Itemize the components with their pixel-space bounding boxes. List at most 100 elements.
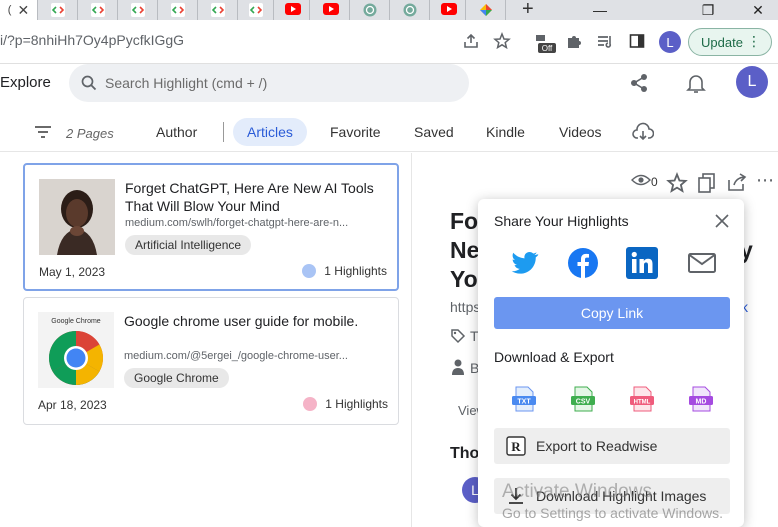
chrome-logo-icon bbox=[48, 331, 104, 386]
close-window-icon[interactable]: ✕ bbox=[738, 0, 778, 20]
browser-tab[interactable] bbox=[350, 0, 390, 20]
article-date: Apr 18, 2023 bbox=[38, 398, 107, 412]
browser-tab[interactable] bbox=[466, 0, 506, 20]
share-icon[interactable] bbox=[628, 72, 650, 94]
browser-tab[interactable] bbox=[310, 0, 350, 20]
tab-saved[interactable]: Saved bbox=[400, 118, 468, 146]
more-options-icon[interactable]: ⋯ bbox=[756, 171, 774, 189]
tab-videos[interactable]: Videos bbox=[545, 118, 616, 146]
app-header: Explore L bbox=[0, 64, 778, 104]
share-page-icon[interactable] bbox=[462, 32, 482, 52]
format-label: TXT bbox=[517, 398, 531, 405]
search-input[interactable] bbox=[105, 75, 445, 91]
favorite-star-icon[interactable] bbox=[666, 172, 688, 194]
copy-icon[interactable] bbox=[697, 172, 717, 194]
windows-activation-watermark: Activate Windows bbox=[502, 481, 652, 502]
email-icon[interactable] bbox=[686, 247, 718, 279]
highlight-color-dot bbox=[302, 264, 317, 278]
browser-tab[interactable] bbox=[78, 0, 118, 20]
tab-divider bbox=[223, 122, 224, 142]
copy-link-button[interactable]: Copy Link bbox=[494, 297, 730, 329]
tab-author[interactable]: Author bbox=[142, 118, 211, 146]
article-card[interactable]: Google Chrome Google chrome user guide f… bbox=[23, 297, 399, 425]
export-md-icon[interactable]: MD bbox=[688, 385, 714, 413]
twitter-icon[interactable] bbox=[508, 247, 540, 279]
share-export-icon[interactable] bbox=[726, 172, 748, 192]
tab-kindle[interactable]: Kindle bbox=[472, 118, 539, 146]
close-tab-icon[interactable]: ✕ bbox=[17, 2, 29, 19]
reading-list-icon[interactable] bbox=[596, 32, 616, 52]
article-tag[interactable]: Artificial Intelligence bbox=[125, 235, 252, 255]
search-bar[interactable] bbox=[69, 64, 469, 102]
explore-link[interactable]: Explore bbox=[0, 74, 51, 91]
export-readwise-label: Export to Readwise bbox=[536, 438, 658, 454]
article-detail-title: Fo Ne Yo bbox=[450, 207, 479, 294]
url-text[interactable]: i/?p=8nhiHh7Oy4pPycfkIGgG bbox=[0, 32, 184, 48]
format-label: MD bbox=[696, 398, 707, 405]
bookmark-star-icon[interactable] bbox=[493, 32, 513, 52]
minimize-window-icon[interactable]: — bbox=[580, 0, 620, 20]
article-title[interactable]: Forget ChatGPT, Here Are New AI Tools Th… bbox=[125, 179, 385, 215]
browser-tab[interactable] bbox=[274, 0, 310, 20]
youtube-favicon-icon bbox=[284, 3, 301, 17]
notification-bell-icon[interactable] bbox=[685, 72, 707, 94]
extensions-puzzle-icon[interactable] bbox=[565, 32, 585, 52]
export-readwise-button[interactable]: R Export to Readwise bbox=[494, 428, 730, 464]
browser-tab[interactable] bbox=[38, 0, 78, 20]
update-button[interactable]: Update ⋮ bbox=[688, 28, 772, 56]
browser-tab[interactable] bbox=[238, 0, 274, 20]
tag-icon bbox=[450, 328, 466, 344]
article-title[interactable]: Google chrome user guide for mobile. bbox=[124, 312, 384, 330]
new-tab-icon[interactable]: + bbox=[522, 0, 534, 21]
extension-off-icon[interactable]: Off bbox=[533, 32, 557, 53]
code-favicon-icon bbox=[130, 3, 145, 17]
tab-favorite[interactable]: Favorite bbox=[316, 118, 395, 146]
user-avatar[interactable]: L bbox=[736, 66, 768, 98]
article-thumbnail: Google Chrome bbox=[38, 312, 114, 388]
popup-title: Share Your Highlights bbox=[494, 213, 629, 229]
browser-menu-icon[interactable]: ⋮ bbox=[747, 33, 761, 50]
maximize-window-icon[interactable]: ❐ bbox=[688, 0, 728, 20]
view-count: 0 bbox=[651, 175, 658, 189]
browser-profile-avatar[interactable]: L bbox=[659, 31, 681, 53]
export-txt-icon[interactable]: TXT bbox=[511, 385, 537, 413]
browser-tab[interactable] bbox=[198, 0, 238, 20]
browser-tab-strip: ( ✕ + — ❐ ✕ bbox=[0, 0, 778, 20]
export-csv-icon[interactable]: CSV bbox=[570, 385, 596, 413]
article-url: medium.com/swlh/forget-chatgpt-here-are-… bbox=[125, 217, 349, 229]
code-favicon-icon bbox=[210, 3, 225, 17]
side-panel-icon[interactable] bbox=[628, 32, 648, 52]
extension-badge-label: Off bbox=[542, 44, 553, 53]
facebook-icon[interactable] bbox=[567, 247, 599, 279]
download-export-heading: Download & Export bbox=[494, 349, 614, 365]
linkedin-icon[interactable] bbox=[626, 247, 658, 279]
article-tag[interactable]: Google Chrome bbox=[124, 368, 229, 388]
article-list: Forget ChatGPT, Here Are New AI Tools Th… bbox=[0, 153, 412, 527]
format-label: CSV bbox=[576, 398, 591, 405]
browser-tab[interactable] bbox=[390, 0, 430, 20]
export-html-icon[interactable]: HTML bbox=[629, 385, 655, 413]
tab-articles[interactable]: Articles bbox=[233, 118, 307, 146]
author-person-icon bbox=[451, 359, 465, 375]
browser-tab-active[interactable]: ( ✕ bbox=[0, 0, 38, 20]
chatgpt-favicon-icon bbox=[403, 3, 417, 17]
code-favicon-icon bbox=[248, 3, 263, 17]
code-favicon-icon bbox=[50, 3, 65, 17]
filter-tabs-row: 2 Pages Author Articles Favorite Saved K… bbox=[0, 112, 778, 152]
browser-tab[interactable] bbox=[430, 0, 466, 20]
code-favicon-icon bbox=[90, 3, 105, 17]
article-date: May 1, 2023 bbox=[39, 265, 106, 279]
close-icon[interactable] bbox=[714, 213, 730, 229]
cloud-download-icon[interactable] bbox=[632, 122, 654, 142]
article-card[interactable]: Forget ChatGPT, Here Are New AI Tools Th… bbox=[23, 163, 399, 291]
filter-icon[interactable] bbox=[34, 124, 52, 140]
format-label: HTML bbox=[634, 399, 651, 405]
chatgpt-favicon-icon bbox=[363, 3, 377, 17]
browser-tab[interactable] bbox=[158, 0, 198, 20]
browser-tab[interactable] bbox=[118, 0, 158, 20]
address-bar: i/?p=8nhiHh7Oy4pPycfkIGgG Off L Update ⋮ bbox=[0, 20, 778, 64]
youtube-favicon-icon bbox=[440, 3, 457, 17]
windows-activation-subtext: Go to Settings to activate Windows. bbox=[502, 505, 723, 521]
highlight-count: 1 Highlights bbox=[303, 397, 388, 411]
youtube-favicon-icon bbox=[322, 3, 339, 17]
